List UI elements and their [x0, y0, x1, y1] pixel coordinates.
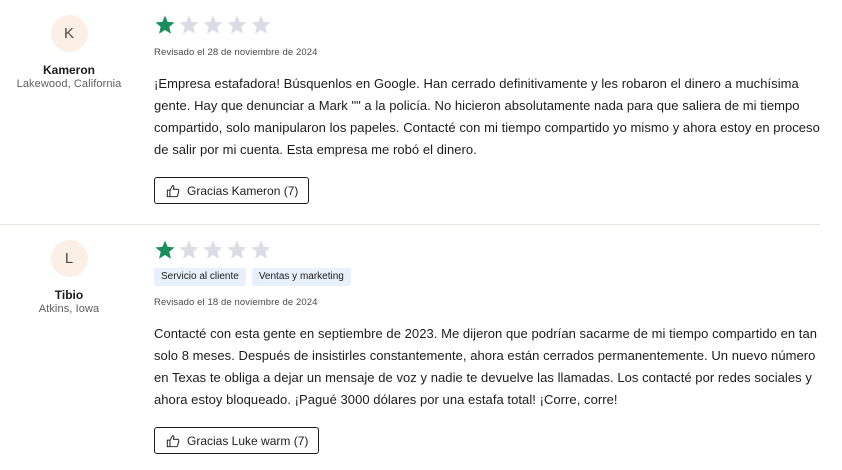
reviewer-name[interactable]: Tibio — [0, 288, 138, 302]
star-icon — [155, 240, 175, 259]
star-icon — [155, 15, 175, 34]
review-card: L Tibio Atkins, Iowa Servicio al cliente… — [0, 226, 842, 470]
review-date: Revisado el 28 de noviembre de 2024 — [154, 47, 318, 58]
review-card: K Kameron Lakewood, California Revisado … — [0, 0, 842, 224]
thumbs-up-icon — [166, 184, 180, 197]
reviewer-location: Lakewood, California — [16, 78, 122, 90]
review-divider — [0, 224, 820, 225]
tag-customer-service: Servicio al cliente — [154, 268, 246, 286]
star-icon — [227, 15, 247, 34]
helpful-button[interactable]: Gracias Kameron (7) — [154, 177, 310, 204]
reviewer-location: Atkins, Iowa — [38, 303, 100, 315]
review-content: Servicio al cliente Ventas y marketing R… — [154, 226, 820, 454]
star-icon — [203, 15, 223, 34]
star-icon — [227, 240, 247, 259]
review-tags: Servicio al cliente Ventas y marketing — [154, 268, 820, 286]
review-body: Contacté con esta gente en septiembre de… — [154, 326, 818, 407]
star-icon — [179, 15, 199, 34]
helpful-button-label: Gracias Luke warm (7) — [187, 433, 309, 448]
review-content: Revisado el 28 de noviembre de 2024 ¡Emp… — [154, 0, 820, 204]
reviewer-name[interactable]: Kameron — [0, 63, 138, 77]
star-rating — [154, 14, 820, 36]
review-date: Revisado el 18 de noviembre de 2024 — [154, 297, 318, 308]
review-body: ¡Empresa estafadora! Búsquenlos en Googl… — [154, 76, 820, 157]
avatar[interactable]: L — [50, 240, 88, 277]
thumbs-up-icon — [166, 434, 180, 447]
star-icon — [203, 240, 223, 259]
star-icon — [251, 240, 271, 259]
helpful-button[interactable]: Gracias Luke warm (7) — [154, 427, 320, 454]
avatar[interactable]: K — [50, 15, 88, 52]
helpful-button-label: Gracias Kameron (7) — [187, 183, 299, 198]
reviewer-info: K Kameron Lakewood, California — [0, 15, 138, 91]
tag-sales-marketing: Ventas y marketing — [251, 268, 351, 286]
star-rating — [154, 239, 820, 261]
star-icon — [179, 240, 199, 259]
reviewer-info: L Tibio Atkins, Iowa — [0, 240, 138, 316]
star-icon — [251, 15, 271, 34]
